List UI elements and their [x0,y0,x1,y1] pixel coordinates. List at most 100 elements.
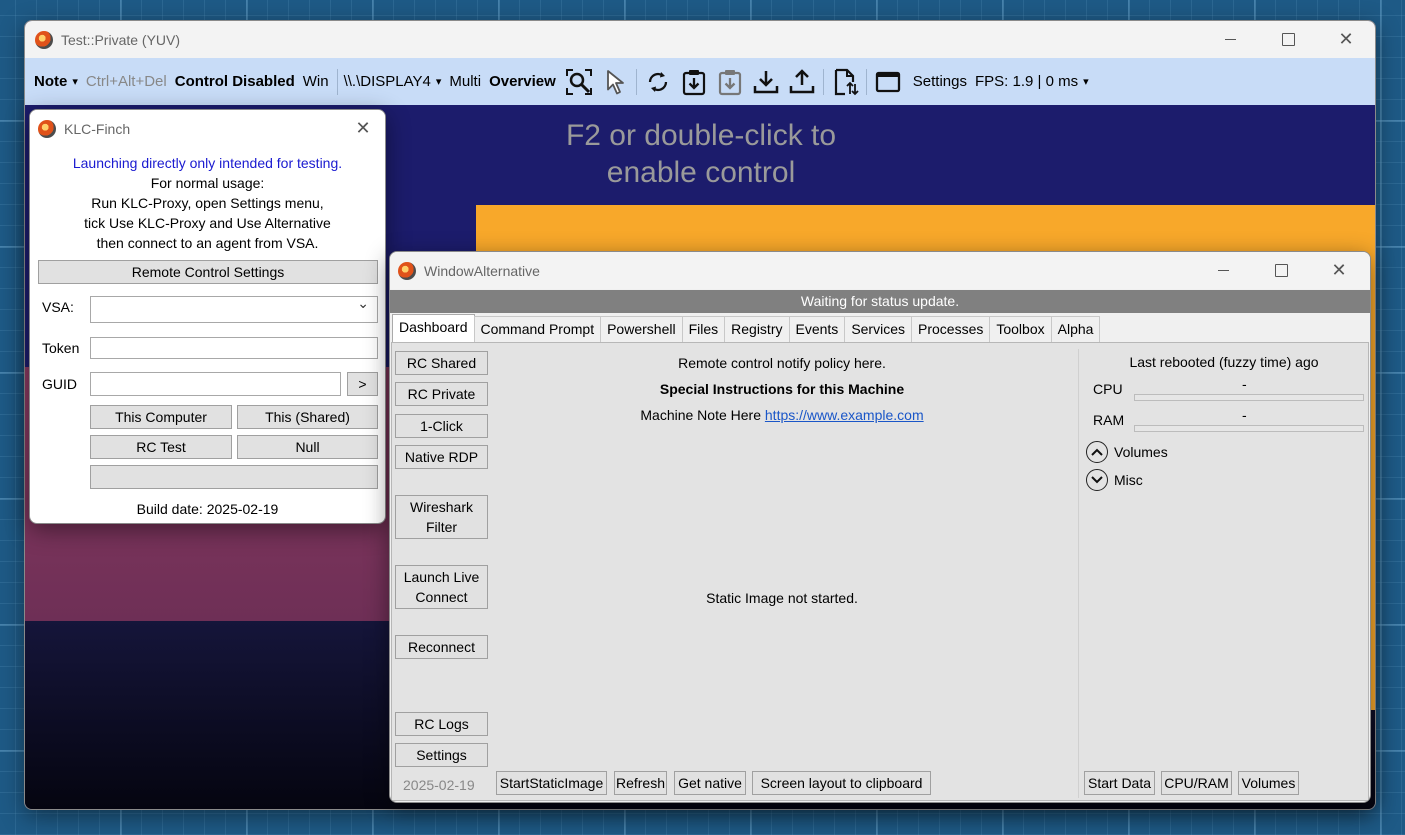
maximize-button[interactable] [1259,21,1317,58]
rc-private-button[interactable]: RC Private [395,382,488,406]
reconnect-button[interactable]: Reconnect [395,635,488,659]
clipboard-disabled-icon[interactable] [715,67,745,97]
vsa-select[interactable] [90,295,378,323]
enable-control-line-1: F2 or double-click to [565,119,837,152]
note-label: Note [34,73,68,90]
toolbar-divider [635,68,637,95]
guid-go-button[interactable]: > [347,372,378,396]
win-button[interactable]: Win [303,73,329,90]
chevron-up-icon[interactable] [1086,441,1108,463]
build-date: Build date: 2025-02-19 [136,501,279,517]
display-dropdown[interactable]: \\.\DISPLAY4 [344,73,442,90]
enable-control-line-2: enable control [606,156,796,189]
chevron-down-icon[interactable] [1086,469,1108,491]
usage-line: then connect to an agent from VSA. [96,235,319,251]
ram-usage-bar [1134,425,1364,432]
tab-events[interactable]: Events [788,316,846,342]
volumes-button[interactable]: Volumes [1238,771,1299,795]
tab-files[interactable]: Files [681,316,726,342]
pointer-icon[interactable] [600,67,630,97]
upload-icon[interactable] [787,67,817,97]
misc-expander-label[interactable]: Misc [1114,472,1143,488]
tab-services[interactable]: Services [844,316,912,342]
token-field[interactable] [90,337,378,359]
start-static-image-button[interactable]: StartStaticImage [496,771,607,795]
fps-dropdown[interactable]: FPS: 1.9 | 0 ms [975,73,1089,90]
main-window-title: Test::Private (YUV) [61,31,181,48]
remote-control-settings-button[interactable]: Remote Control Settings [38,260,378,284]
clipboard-download-icon[interactable] [679,67,709,97]
multi-button[interactable]: Multi [449,73,481,90]
minimize-button[interactable] [1201,21,1259,58]
sync-icon[interactable] [643,67,673,97]
tab-alpha[interactable]: Alpha [1050,316,1101,342]
window-alternative: WindowAlternative ✕ Waiting for status u… [389,251,1371,803]
tab-strip: Dashboard Command Prompt Powershell File… [392,314,1101,342]
maximize-button[interactable] [1252,252,1310,289]
ram-value: - [1242,407,1247,423]
token-label: Token [42,340,80,356]
search-zoom-icon[interactable] [564,67,594,97]
settings-menu[interactable]: Settings [913,73,967,90]
native-rdp-button[interactable]: Native RDP [395,445,488,469]
cpu-value: - [1242,376,1247,392]
tab-processes[interactable]: Processes [911,316,991,342]
file-transfer-icon[interactable] [830,67,860,97]
tab-toolbox[interactable]: Toolbox [989,316,1052,342]
toolbar-divider [822,68,824,95]
app-logo-icon [35,30,53,49]
refresh-button[interactable]: Refresh [614,771,667,795]
launch-live-connect-button[interactable]: Launch Live Connect [395,565,488,609]
this-shared-button[interactable]: This (Shared) [237,405,378,429]
app-logo-icon [38,119,56,138]
enable-control-message: F2 or double-click to enable control [505,117,897,191]
finch-titlebar[interactable]: KLC-Finch ✕ [30,110,385,147]
system-info-panel: Last rebooted (fuzzy time) ago CPU - RAM… [1078,349,1368,798]
usage-line: For normal usage: [150,175,265,191]
main-toolbar: Note Ctrl+Alt+Del Control Disabled Win \… [25,58,1375,105]
guid-field[interactable] [90,372,341,396]
null-button[interactable]: Null [237,435,378,459]
tab-registry[interactable]: Registry [724,316,790,342]
close-button[interactable]: ✕ [1310,252,1368,289]
screen-layout-button[interactable]: Screen layout to clipboard [752,771,931,795]
cpu-ram-button[interactable]: CPU/RAM [1161,771,1232,795]
volumes-expander-label[interactable]: Volumes [1114,444,1168,460]
window-icon[interactable] [873,67,903,97]
cpu-usage-bar [1134,394,1364,401]
control-status-button[interactable]: Control Disabled [175,73,295,90]
tab-command-prompt[interactable]: Command Prompt [473,316,602,342]
toolbar-divider [865,68,867,95]
tab-powershell[interactable]: Powershell [600,316,683,342]
app-logo-icon [398,261,416,280]
alt-titlebar[interactable]: WindowAlternative ✕ [390,252,1370,289]
close-button[interactable]: ✕ [341,110,385,147]
dashboard-panel: RC Shared RC Private 1-Click Native RDP … [391,342,1369,801]
download-icon[interactable] [751,67,781,97]
special-instructions-text: Special Instructions for this Machine [659,381,905,397]
rc-logs-button[interactable]: RC Logs [395,712,488,736]
cpu-label: CPU [1093,381,1123,397]
wireshark-label-2: Filter [425,519,458,535]
finch-blank-button[interactable] [90,465,378,489]
get-native-button[interactable]: Get native [674,771,746,795]
main-titlebar[interactable]: Test::Private (YUV) ✕ [25,21,1375,58]
rc-test-button[interactable]: RC Test [90,435,232,459]
this-computer-button[interactable]: This Computer [90,405,232,429]
tab-dashboard[interactable]: Dashboard [392,314,475,342]
settings-button[interactable]: Settings [395,743,488,767]
wireshark-filter-button[interactable]: Wireshark Filter [395,495,488,539]
note-dropdown[interactable]: Note [34,73,78,90]
one-click-button[interactable]: 1-Click [395,414,488,438]
ctrl-alt-del-button[interactable]: Ctrl+Alt+Del [86,73,167,90]
close-button[interactable]: ✕ [1317,21,1375,58]
machine-note-link[interactable]: https://www.example.com [765,407,924,423]
alt-title: WindowAlternative [424,262,540,279]
rc-shared-button[interactable]: RC Shared [395,351,488,375]
overview-button[interactable]: Overview [489,73,556,90]
notify-policy-text: Remote control notify policy here. [678,355,886,371]
finch-title: KLC-Finch [64,120,131,137]
minimize-button[interactable] [1194,252,1252,289]
guid-label: GUID [42,376,77,392]
start-data-button[interactable]: Start Data [1084,771,1155,795]
